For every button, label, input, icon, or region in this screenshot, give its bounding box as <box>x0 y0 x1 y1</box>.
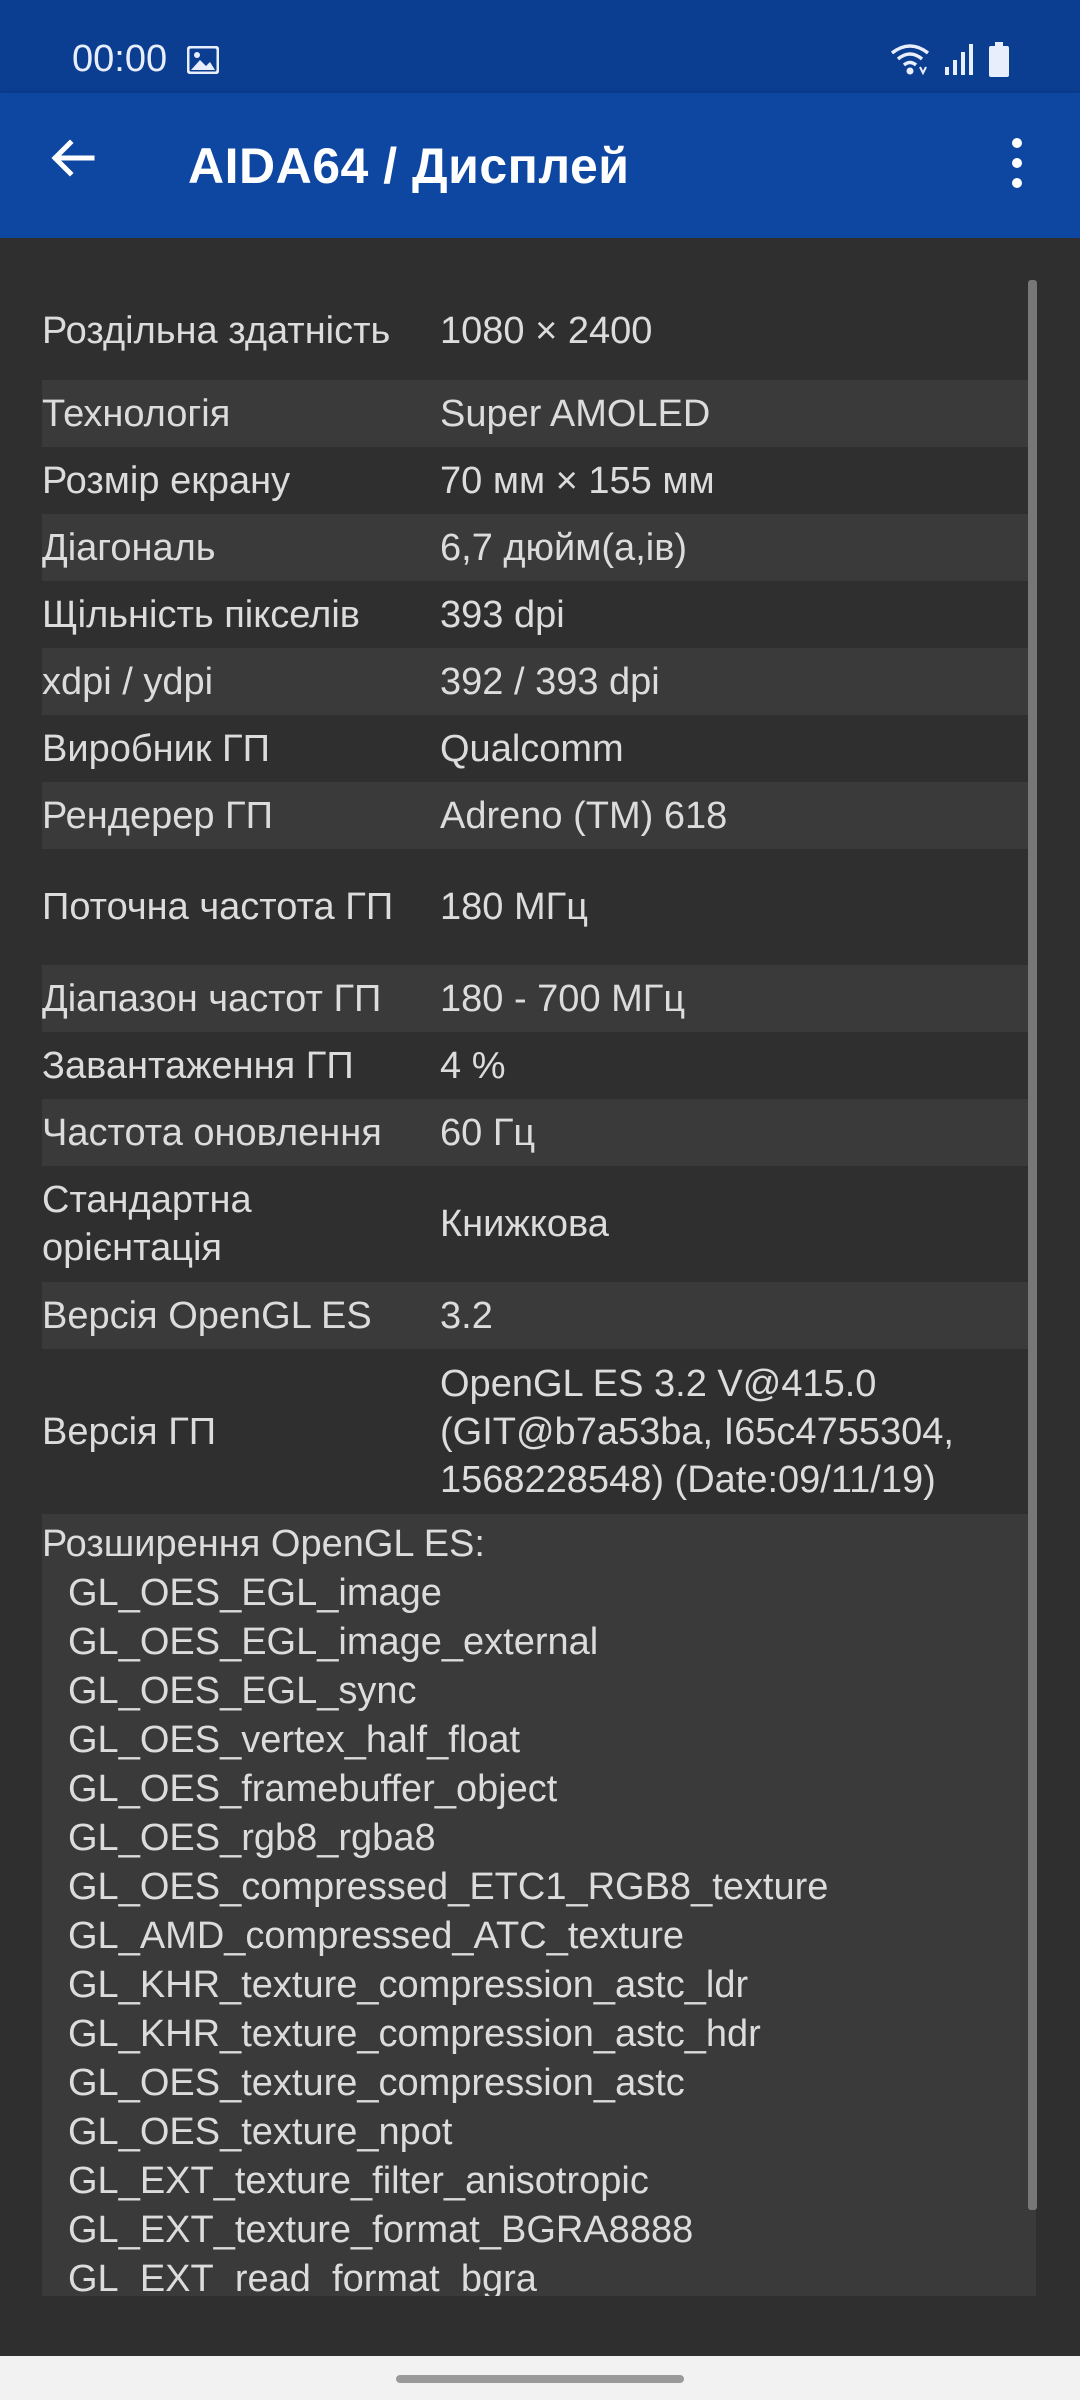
row-label: Версія OpenGL ES <box>42 1294 372 1337</box>
scrollbar[interactable] <box>1028 280 1037 2210</box>
list-item: GL_OES_vertex_half_float <box>68 1719 521 1761</box>
status-icons <box>890 40 1010 80</box>
row-label: Технологія <box>42 392 231 435</box>
row-label: Діапазон частот ГП <box>42 977 382 1020</box>
row-value: 393 dpi <box>440 593 565 636</box>
row-label: Виробник ГП <box>42 727 270 770</box>
row-value: 4 % <box>440 1044 506 1087</box>
list-item: GL_KHR_texture_compression_astc_ldr <box>68 1964 749 2006</box>
navigation-bar <box>0 2356 1080 2400</box>
row-value: OpenGL ES 3.2 V@415.0 (GIT@b7a53ba, I65c… <box>440 1362 954 1501</box>
list-item: GL_OES_texture_compression_astc <box>68 2062 685 2104</box>
app-bar: AIDA64 / Дисплей <box>0 93 1080 238</box>
row-value: 60 Гц <box>440 1111 536 1154</box>
info-row-screen-size: Розмір екрану 70 мм × 155 мм <box>42 447 1036 514</box>
info-row-gpu-version: Версія ГП OpenGL ES 3.2 V@415.0 (GIT@b7a… <box>42 1349 1036 1514</box>
row-label: Роздільна здатність <box>42 310 391 352</box>
row-value: 1080 × 2400 <box>440 310 653 352</box>
list-item: GL_OES_EGL_sync <box>68 1670 417 1712</box>
list-item: GL_EXT_texture_format_BGRA8888 <box>68 2209 694 2251</box>
row-label: Поточна частота ГП <box>42 886 394 928</box>
info-row-technology: Технологія Super AMOLED <box>42 380 1036 447</box>
info-row-opengl-version: Версія OpenGL ES 3.2 <box>42 1282 1036 1349</box>
info-row-gpu-load: Завантаження ГП 4 % <box>42 1032 1036 1099</box>
image-icon <box>187 46 219 74</box>
info-row-xdpi-ydpi: xdpi / ydpi 392 / 393 dpi <box>42 648 1036 715</box>
info-row-diagonal: Діагональ 6,7 дюйм(а,ів) <box>42 514 1036 581</box>
row-value: Qualcomm <box>440 727 624 770</box>
row-label: Рендерер ГП <box>42 794 273 837</box>
row-value: Книжкова <box>440 1203 609 1245</box>
info-row-orientation: Стандартна орієнтація Книжкова <box>42 1166 1036 1282</box>
display-info-table: Роздільна здатність 1080 × 2400 Технолог… <box>42 282 1036 2296</box>
row-label: xdpi / ydpi <box>42 660 214 703</box>
signal-icon <box>945 44 973 75</box>
list-item: GL_KHR_texture_compression_astc_hdr <box>68 2013 761 2055</box>
row-value: Adreno (TM) 618 <box>440 794 728 837</box>
row-value: 180 МГц <box>440 886 588 928</box>
row-label: Завантаження ГП <box>42 1044 354 1087</box>
info-row-gpu-vendor: Виробник ГП Qualcomm <box>42 715 1036 782</box>
page-title: AIDA64 / Дисплей <box>188 138 630 194</box>
row-label: Стандартна орієнтація <box>42 1179 252 1269</box>
arrow-left-icon[interactable] <box>48 133 98 183</box>
status-bar: 00:00 <box>0 0 1080 93</box>
status-time: 00:00 <box>72 38 168 80</box>
row-label: Діагональ <box>42 526 216 569</box>
row-label: Щільність пікселів <box>42 593 360 636</box>
row-value: 70 мм × 155 мм <box>440 459 715 502</box>
list-item: GL_OES_EGL_image <box>68 1572 442 1614</box>
extensions-title: Розширення OpenGL ES: <box>42 1523 485 1565</box>
row-label: Версія ГП <box>42 1410 217 1453</box>
info-row-refresh-rate: Частота оновлення 60 Гц <box>42 1099 1036 1166</box>
row-value: 392 / 393 dpi <box>440 660 660 703</box>
row-label: Частота оновлення <box>42 1111 382 1154</box>
list-item: GL_EXT_texture_filter_anisotropic <box>68 2160 649 2202</box>
opengl-extensions-list: Розширення OpenGL ES: GL_OES_EGL_image G… <box>42 1514 1036 2296</box>
info-row-resolution: Роздільна здатність 1080 × 2400 <box>42 282 1036 380</box>
row-value: Super AMOLED <box>440 392 711 435</box>
list-item: GL_AMD_compressed_ATC_texture <box>68 1915 684 1957</box>
row-value: 6,7 дюйм(а,ів) <box>440 526 688 569</box>
list-item: GL_OES_framebuffer_object <box>68 1768 558 1810</box>
home-gesture-handle[interactable] <box>396 2375 684 2383</box>
list-item: GL_OES_compressed_ETC1_RGB8_texture <box>68 1866 829 1908</box>
wifi-icon <box>890 44 930 76</box>
list-item: GL_EXT_read_format_bgra <box>68 2258 537 2296</box>
info-row-gpu-clock-range: Діапазон частот ГП 180 - 700 МГц <box>42 965 1036 1032</box>
row-label: Розмір екрану <box>42 459 291 502</box>
list-item: GL_OES_texture_npot <box>68 2111 453 2153</box>
row-value: 180 - 700 МГц <box>440 977 686 1020</box>
info-row-gpu-clock: Поточна частота ГП 180 МГц <box>42 849 1036 965</box>
row-value: 3.2 <box>440 1294 493 1337</box>
more-vert-icon[interactable] <box>1002 133 1032 193</box>
info-row-gpu-renderer: Рендерер ГП Adreno (TM) 618 <box>42 782 1036 849</box>
list-item: GL_OES_rgb8_rgba8 <box>68 1817 436 1859</box>
battery-icon <box>989 42 1009 77</box>
info-row-pixel-density: Щільність пікселів 393 dpi <box>42 581 1036 648</box>
list-item: GL_OES_EGL_image_external <box>68 1621 599 1663</box>
